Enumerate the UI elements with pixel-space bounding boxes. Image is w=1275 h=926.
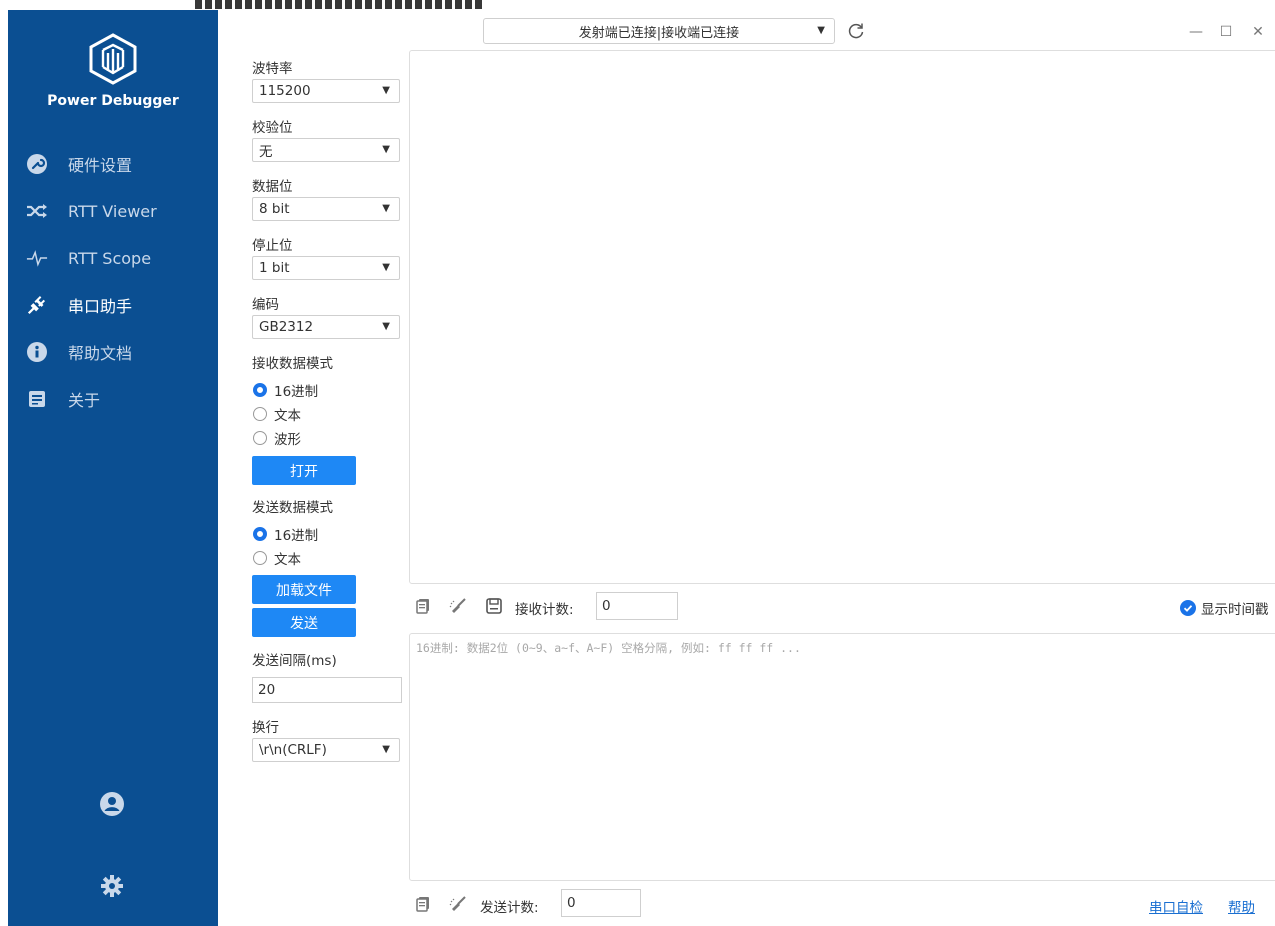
document-icon [26, 388, 48, 410]
baud-rate-value: 115200 [259, 83, 311, 99]
chevron-down-icon: ▼ [382, 85, 390, 96]
load-file-button[interactable]: 加载文件 [252, 575, 356, 604]
send-mode-hex-radio[interactable]: 16进制 [253, 524, 318, 544]
open-port-button[interactable]: 打开 [252, 456, 356, 485]
nav-label: RTT Viewer [68, 201, 157, 221]
app-logo-icon [87, 33, 139, 85]
maximize-icon[interactable]: ☐ [1216, 22, 1236, 42]
show-timestamp-checkbox[interactable]: 显示时间戳 [1180, 598, 1269, 618]
chevron-down-icon: ▼ [382, 321, 390, 332]
encoding-label: 编码 [252, 297, 279, 313]
send-interval-input[interactable]: 20 [252, 677, 402, 703]
chevron-down-icon: ▼ [382, 144, 390, 155]
save-icon[interactable] [485, 597, 503, 615]
recv-mode-hex-radio[interactable]: 16进制 [253, 380, 318, 400]
baud-rate-select[interactable]: 115200 ▼ [252, 79, 400, 103]
radio-label: 16进制 [274, 528, 319, 544]
close-icon[interactable]: ✕ [1248, 22, 1268, 42]
background-window-edge [0, 0, 1275, 10]
port-status-text: 发射端已连接|接收端已连接 [578, 25, 740, 41]
clear-broom-icon[interactable] [449, 895, 467, 913]
send-mode-text-radio[interactable]: 文本 [253, 548, 301, 568]
chevron-down-icon: ▼ [382, 203, 390, 214]
radio-label: 文本 [274, 408, 301, 424]
newline-label: 换行 [252, 720, 279, 736]
nav-label: 硬件设置 [68, 156, 133, 175]
plug-icon [26, 294, 48, 316]
recv-mode-label: 接收数据模式 [252, 356, 333, 372]
serial-self-test-link[interactable]: 串口自检 [1149, 896, 1203, 916]
wrench-icon [26, 153, 48, 175]
copy-icon[interactable] [414, 597, 432, 615]
parity-label: 校验位 [252, 120, 293, 136]
nav-item-serial-assistant[interactable]: 串口助手 [8, 285, 218, 325]
chevron-down-icon: ▼ [382, 262, 390, 273]
newline-select[interactable]: \r\n(CRLF) ▼ [252, 738, 400, 762]
nav-item-rtt-viewer[interactable]: RTT Viewer [8, 191, 218, 231]
radio-label: 波形 [274, 432, 301, 448]
receive-count-field: 0 [596, 592, 678, 620]
copy-icon[interactable] [414, 895, 432, 913]
send-placeholder: 16进制: 数据2位 (0~9、a~f、A~F) 空格分隔, 例如: ff ff… [416, 641, 801, 655]
refresh-icon[interactable] [845, 20, 867, 42]
receive-output-area[interactable] [409, 50, 1275, 584]
send-input-area[interactable]: 16进制: 数据2位 (0~9、a~f、A~F) 空格分隔, 例如: ff ff… [409, 633, 1275, 881]
radio-label: 文本 [274, 552, 301, 568]
stop-bits-select[interactable]: 1 bit ▼ [252, 256, 400, 280]
port-status-select[interactable]: 发射端已连接|接收端已连接 ▼ [483, 18, 835, 44]
encoding-value: GB2312 [259, 319, 314, 335]
data-bits-value: 8 bit [259, 201, 290, 217]
minimize-icon[interactable]: — [1186, 22, 1206, 42]
nav-label: 帮助文档 [68, 344, 133, 363]
send-interval-label: 发送间隔(ms) [252, 653, 337, 669]
sidebar: Power Debugger 硬件设置 RTT Viewer RTT Scope… [8, 10, 218, 926]
brand-name: Power Debugger [47, 93, 179, 109]
receive-count-label: 接收计数: [515, 602, 574, 618]
info-icon [26, 341, 48, 363]
parity-value: 无 [259, 144, 273, 160]
show-timestamp-label: 显示时间戳 [1201, 602, 1269, 618]
nav-item-hardware-settings[interactable]: 硬件设置 [8, 144, 218, 184]
radio-label: 16进制 [274, 384, 319, 400]
newline-value: \r\n(CRLF) [259, 742, 327, 758]
stop-bits-value: 1 bit [259, 260, 290, 276]
send-count-field: 0 [561, 889, 641, 917]
send-mode-label: 发送数据模式 [252, 500, 333, 516]
nav-item-rtt-scope[interactable]: RTT Scope [8, 238, 218, 278]
user-icon[interactable] [98, 790, 126, 818]
nav-label: 关于 [68, 391, 101, 410]
recv-mode-text-radio[interactable]: 文本 [253, 404, 301, 424]
send-button[interactable]: 发送 [252, 608, 356, 637]
pulse-icon [26, 247, 48, 269]
chevron-down-icon: ▼ [817, 25, 825, 36]
nav-label: 串口助手 [68, 297, 133, 316]
nav-item-help-docs[interactable]: 帮助文档 [8, 332, 218, 372]
parity-select[interactable]: 无 ▼ [252, 138, 400, 162]
encoding-select[interactable]: GB2312 ▼ [252, 315, 400, 339]
send-count-label: 发送计数: [480, 900, 539, 916]
gear-icon[interactable] [98, 872, 126, 900]
help-link[interactable]: 帮助 [1228, 896, 1255, 916]
shuffle-icon [26, 200, 48, 222]
chevron-down-icon: ▼ [382, 744, 390, 755]
check-circle-icon [1180, 600, 1196, 616]
data-bits-select[interactable]: 8 bit ▼ [252, 197, 400, 221]
nav-item-about[interactable]: 关于 [8, 379, 218, 419]
stop-bits-label: 停止位 [252, 238, 293, 254]
recv-mode-waveform-radio[interactable]: 波形 [253, 428, 301, 448]
clear-broom-icon[interactable] [449, 597, 467, 615]
nav-label: RTT Scope [68, 248, 152, 268]
data-bits-label: 数据位 [252, 179, 293, 195]
baud-rate-label: 波特率 [252, 61, 293, 77]
